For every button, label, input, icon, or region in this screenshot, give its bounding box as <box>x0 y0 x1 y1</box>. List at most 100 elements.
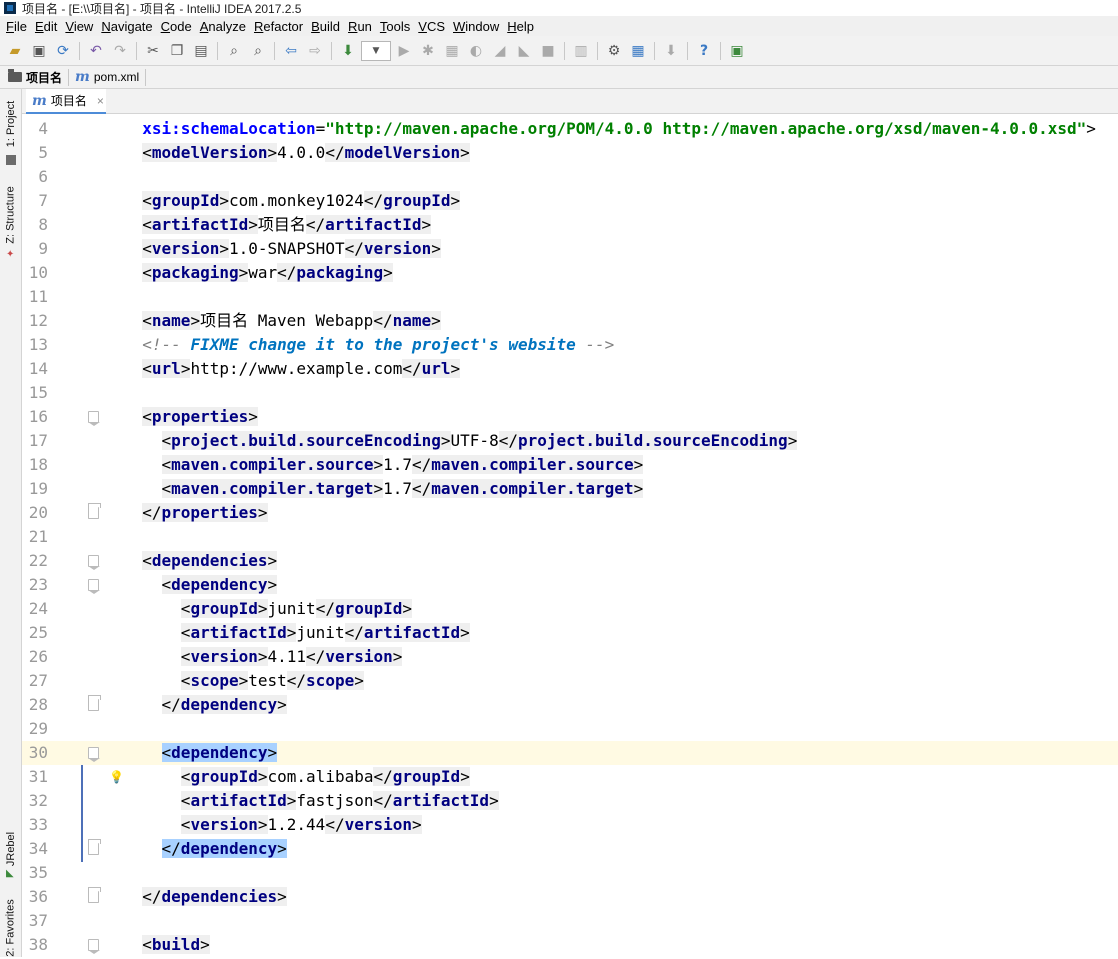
profile-icon[interactable]: ◐ <box>465 40 487 62</box>
debug-icon[interactable]: ✱ <box>417 40 439 62</box>
code-line[interactable]: 33 <version>1.2.44</version> <box>22 813 1118 837</box>
save-icon[interactable]: ▣ <box>28 40 50 62</box>
xml-tag: </dependency> <box>161 695 287 714</box>
code-line[interactable]: 35 <box>22 861 1118 885</box>
build-icon[interactable]: ⬇ <box>337 40 359 62</box>
fold-end-icon[interactable] <box>88 699 99 711</box>
forward-icon[interactable]: ⇨ <box>304 40 326 62</box>
editor-tab-pom[interactable]: m 项目名 × <box>26 89 106 114</box>
menu-edit[interactable]: Edit <box>31 19 61 34</box>
code-line[interactable]: 13 <!-- FIXME change it to the project's… <box>22 333 1118 357</box>
intention-bulb-icon[interactable]: 💡 <box>109 770 124 784</box>
code-line[interactable]: 10 <packaging>war</packaging> <box>22 261 1118 285</box>
menu-run[interactable]: Run <box>344 19 376 34</box>
sidebar-tab-structure[interactable]: Z: Structure <box>0 181 22 249</box>
sidebar-tab-project[interactable]: 1: Project <box>0 93 22 155</box>
sidebar-tab-favorites[interactable]: 2: Favorites <box>0 897 22 959</box>
code-line[interactable]: 15 <box>22 381 1118 405</box>
jrebel-run-icon[interactable]: ◢ <box>489 40 511 62</box>
undo-icon[interactable]: ↶ <box>85 40 107 62</box>
open-icon[interactable]: ▰ <box>4 40 26 62</box>
coverage-icon[interactable]: ▦ <box>441 40 463 62</box>
menu-file[interactable]: File <box>2 19 31 34</box>
code-line[interactable]: 11 <box>22 285 1118 309</box>
copy-icon[interactable]: ❐ <box>166 40 188 62</box>
menu-refactor[interactable]: Refactor <box>250 19 307 34</box>
sidebar-tab-jrebel[interactable]: JRebel <box>0 829 22 869</box>
fold-collapse-icon[interactable] <box>88 939 100 954</box>
code-line[interactable]: 18 <maven.compiler.source>1.7</maven.com… <box>22 453 1118 477</box>
fold-end-icon[interactable] <box>88 843 99 855</box>
xml-comment: --> <box>575 335 615 354</box>
code-line[interactable]: 25 <artifactId>junit</artifactId> <box>22 621 1118 645</box>
code-line[interactable]: 21 <box>22 525 1118 549</box>
code-editor[interactable]: 4 xsi:schemaLocation="http://maven.apach… <box>22 114 1118 957</box>
code-line[interactable]: 9 <version>1.0-SNAPSHOT</version> <box>22 237 1118 261</box>
code-line[interactable]: 12 <name>项目名 Maven Webapp</name> <box>22 309 1118 333</box>
redo-icon[interactable]: ↷ <box>109 40 131 62</box>
close-icon[interactable]: × <box>97 94 104 108</box>
fold-collapse-icon[interactable] <box>88 579 100 594</box>
menu-build[interactable]: Build <box>307 19 344 34</box>
code-line[interactable]: 24 <groupId>junit</groupId> <box>22 597 1118 621</box>
code-line[interactable]: 36 </dependencies> <box>22 885 1118 909</box>
code-line[interactable]: 4 xsi:schemaLocation="http://maven.apach… <box>22 117 1118 141</box>
menu-navigate[interactable]: Navigate <box>97 19 156 34</box>
vcs-icon[interactable]: ⬇ <box>660 40 682 62</box>
stop-icon[interactable]: ■ <box>537 40 559 62</box>
code-line[interactable]: 6 <box>22 165 1118 189</box>
menu-window[interactable]: Window <box>449 19 503 34</box>
code-line[interactable]: 22 <dependencies> <box>22 549 1118 573</box>
fold-collapse-icon[interactable] <box>88 411 100 426</box>
menu-tools[interactable]: Tools <box>376 19 414 34</box>
code-line[interactable]: 7 <groupId>com.monkey1024</groupId> <box>22 189 1118 213</box>
paste-icon[interactable]: ▤ <box>190 40 212 62</box>
back-icon[interactable]: ⇦ <box>280 40 302 62</box>
xml-tag: </modelVersion> <box>325 143 470 162</box>
code-line[interactable]: 37 <box>22 909 1118 933</box>
code-line[interactable]: 38 <build> <box>22 933 1118 957</box>
fold-collapse-icon[interactable] <box>88 555 100 570</box>
code-line[interactable]: 27 <scope>test</scope> <box>22 669 1118 693</box>
jrebel-debug-icon[interactable]: ◣ <box>513 40 535 62</box>
menu-code[interactable]: Code <box>157 19 196 34</box>
code-line[interactable]: 30 <dependency> <box>22 741 1118 765</box>
sdk-icon[interactable]: ▦ <box>627 40 649 62</box>
help-icon[interactable]: ? <box>693 40 715 62</box>
fold-end-icon[interactable] <box>88 507 99 519</box>
menu-view[interactable]: View <box>61 19 97 34</box>
code-line[interactable]: 19 <maven.compiler.target>1.7</maven.com… <box>22 477 1118 501</box>
find-icon[interactable]: ⌕ <box>223 40 245 62</box>
run-config-dropdown[interactable]: ▼ <box>361 40 391 61</box>
plugin-icon[interactable]: ▣ <box>726 40 748 62</box>
code-line[interactable]: 14 <url>http://www.example.com</url> <box>22 357 1118 381</box>
code-line[interactable]: 16 <properties> <box>22 405 1118 429</box>
code-line[interactable]: 29 <box>22 717 1118 741</box>
fold-collapse-icon[interactable] <box>88 747 100 762</box>
code-line[interactable]: 20 </properties> <box>22 501 1118 525</box>
text-content <box>123 815 181 834</box>
run-icon[interactable]: ▶ <box>393 40 415 62</box>
line-number: 4 <box>38 119 48 138</box>
menu-vcs[interactable]: VCS <box>414 19 449 34</box>
code-line[interactable]: 26 <version>4.11</version> <box>22 645 1118 669</box>
code-line[interactable]: 31 💡 <groupId>com.alibaba</groupId> <box>22 765 1118 789</box>
code-line[interactable]: 23 <dependency> <box>22 573 1118 597</box>
fold-end-icon[interactable] <box>88 891 99 903</box>
menu-help[interactable]: Help <box>503 19 538 34</box>
code-line[interactable]: 34 </dependency> <box>22 837 1118 861</box>
settings-icon[interactable]: ⚙ <box>603 40 625 62</box>
sync-icon[interactable]: ⟳ <box>52 40 74 62</box>
code-line[interactable]: 17 <project.build.sourceEncoding>UTF-8</… <box>22 429 1118 453</box>
xml-tag: </version> <box>325 815 422 834</box>
code-line[interactable]: 5 <modelVersion>4.0.0</modelVersion> <box>22 141 1118 165</box>
breadcrumb-project[interactable]: 项目名 <box>8 68 70 86</box>
cut-icon[interactable]: ✂ <box>142 40 164 62</box>
menu-analyze[interactable]: Analyze <box>196 19 250 34</box>
breadcrumb-file[interactable]: m pom.xml <box>75 68 147 86</box>
code-line[interactable]: 8 <artifactId>项目名</artifactId> <box>22 213 1118 237</box>
project-structure-icon[interactable]: ▥ <box>570 40 592 62</box>
code-line[interactable]: 32 <artifactId>fastjson</artifactId> <box>22 789 1118 813</box>
replace-icon[interactable]: ⌕ <box>247 40 269 62</box>
code-line[interactable]: 28 </dependency> <box>22 693 1118 717</box>
